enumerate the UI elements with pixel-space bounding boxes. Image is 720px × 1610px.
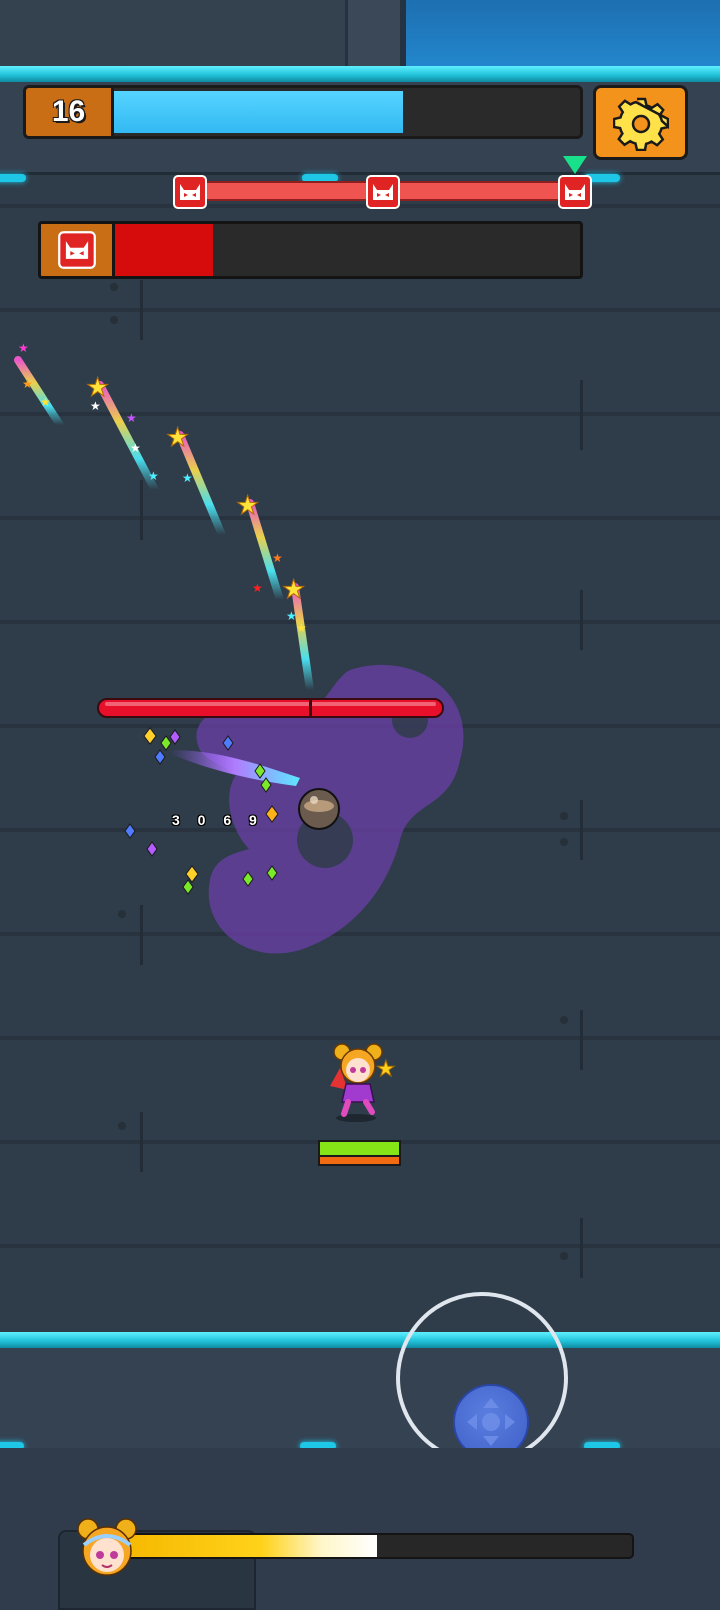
boss-skull-icon <box>366 175 400 209</box>
level-number: 16 <box>26 88 114 136</box>
bottom-energy-rail <box>0 1332 720 1348</box>
floor-rivet <box>560 1252 568 1260</box>
svg-text:★: ★ <box>286 609 297 623</box>
health-bar-segment <box>309 700 312 716</box>
floor-seam <box>580 1010 583 1070</box>
svg-text:★: ★ <box>126 411 137 425</box>
svg-text:★: ★ <box>166 423 189 453</box>
settings-button[interactable] <box>593 85 688 160</box>
wall-lamp <box>0 174 26 182</box>
player-hp-fill <box>320 1142 399 1155</box>
floor-seam <box>140 1112 143 1172</box>
svg-text:★: ★ <box>236 491 259 521</box>
svg-text:★: ★ <box>272 551 283 565</box>
floor-rivet <box>110 316 118 324</box>
boss-portrait <box>41 224 115 276</box>
star-projectiles: ★ ★ ★ ★ ★ ★ ★ ★ ★ ★ ★ ★ ★ ★ ★ ★ <box>14 341 314 694</box>
top-energy-rail <box>0 66 720 82</box>
floor-rivet <box>560 838 568 846</box>
skill-charge-fill <box>122 1535 377 1557</box>
svg-text:★: ★ <box>90 399 101 413</box>
xp-bar: 16 <box>23 85 583 139</box>
top-wall <box>0 0 720 70</box>
boss-hp-fill <box>115 224 213 276</box>
hero-avatar-icon[interactable] <box>72 1515 142 1581</box>
floor-rivet <box>110 283 118 291</box>
wall-pillar <box>345 0 400 66</box>
svg-text:★: ★ <box>376 1057 396 1082</box>
svg-text:★: ★ <box>148 469 159 483</box>
gear-icon <box>612 97 669 151</box>
gem-drops <box>124 727 300 895</box>
svg-text:★: ★ <box>130 441 141 455</box>
floor-seam <box>580 590 583 650</box>
enemy-health-bar <box>97 698 444 718</box>
health-bar-shine <box>105 702 436 706</box>
boss-skull-icon <box>558 175 592 209</box>
floor-rivet <box>560 812 568 820</box>
svg-text:★: ★ <box>22 377 33 391</box>
floor-seam <box>580 1218 583 1278</box>
boss-skull-icon <box>173 175 207 209</box>
enemy-orb <box>298 788 340 830</box>
svg-text:★: ★ <box>282 575 305 605</box>
svg-text:★: ★ <box>18 341 29 355</box>
player-health-bar <box>318 1140 401 1166</box>
floor-seam <box>140 280 143 340</box>
boss-skull-icon <box>57 231 96 269</box>
floor-seam <box>580 380 583 450</box>
player-shield-fill <box>320 1157 399 1164</box>
boss-health-bar <box>38 221 583 279</box>
stage-marker-icon <box>563 156 587 174</box>
bottom-wall-ledge <box>0 1348 720 1448</box>
skill-charge-bar <box>120 1533 634 1559</box>
svg-text:★: ★ <box>182 471 193 485</box>
floor-rivet <box>118 1122 126 1130</box>
floor-seam <box>580 800 583 860</box>
svg-text:★: ★ <box>40 395 51 409</box>
wall-window <box>400 0 720 66</box>
floor-rivet <box>560 1016 568 1024</box>
player-hero: ★ <box>330 1043 396 1122</box>
floor-seam <box>140 905 143 965</box>
xp-fill <box>114 91 403 133</box>
svg-text:★: ★ <box>252 581 263 595</box>
svg-text:★: ★ <box>296 621 307 635</box>
damage-number: 3 0 6 9 <box>172 812 264 828</box>
floor-rivet <box>118 910 126 918</box>
